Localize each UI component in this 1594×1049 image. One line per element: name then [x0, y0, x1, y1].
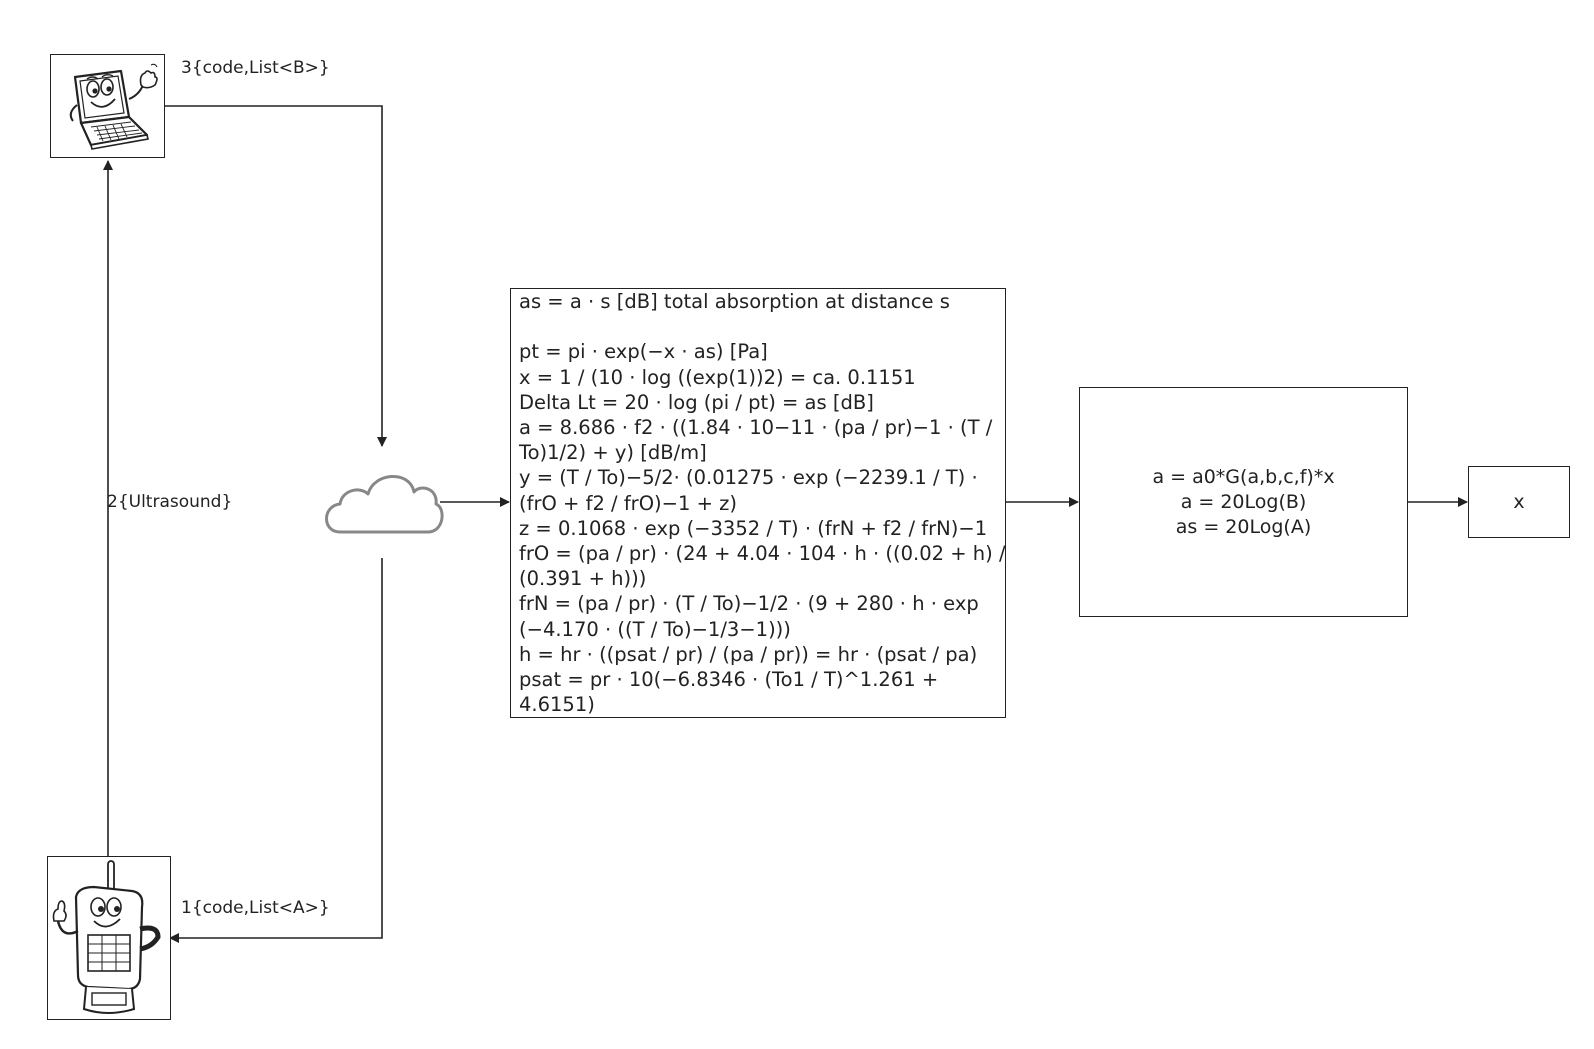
formula-line: (−4.170 · ((T / To)−1/3−1))) [519, 617, 791, 641]
formula-line: frN = (pa / pr) · (T / To)−1/2 · (9 + 28… [519, 592, 979, 616]
calc-line-2: a = 20Log(B) [1180, 490, 1307, 513]
cloud-icon [325, 475, 444, 534]
formula-line: Delta Lt = 20 · log (pi / pt) = as [dB] [519, 390, 874, 414]
phone-character-icon [52, 860, 161, 1014]
formula-line: frO = (pa / pr) · (24 + 4.04 · 104 · h ·… [519, 542, 1006, 566]
formula-line: a = 8.686 · f2 · ((1.84 · 10−11 · (pa / … [519, 416, 993, 439]
formula-line: 4.6151) [519, 693, 595, 717]
output-box: x [1468, 466, 1570, 538]
edge-laptop-to-cloud [165, 105, 387, 447]
laptop-character [50, 54, 165, 158]
formula-line: y = (T / To)−5/2· (0.01275 · exp (−2239.… [519, 466, 978, 490]
formula-line: (frO + f2 / frO)−1 + z) [519, 491, 737, 515]
output-label: x [1513, 491, 1525, 513]
formula-line: x = 1 / (10 · log ((exp(1))2) = ca. 0.11… [519, 365, 916, 389]
calc-box: a = a0*G(a,b,c,f)*x a = 20Log(B) as = 20… [1079, 387, 1408, 617]
formula-line: h = hr · ((psat / pr) / (pa / pr)) = hr … [519, 642, 978, 666]
formula-box: as = a · s [dB] total absorption at dist… [510, 288, 1006, 718]
formula-line: To)1/2) + y) [dB/m] [519, 441, 707, 465]
phone-character [47, 856, 171, 1020]
formula-line [519, 314, 997, 339]
formula-line: z = 0.1068 · exp (−3352 / T) · (frN + f2… [519, 516, 988, 540]
formula-line: (0.391 + h))) [519, 567, 647, 591]
laptop-character-icon [69, 63, 158, 150]
calc-line-1: a = a0*G(a,b,c,f)*x [1152, 465, 1335, 488]
formula-line: pt = pi · exp(−x · as) [Pa] [519, 340, 768, 364]
edge-cloud-to-phone [169, 558, 383, 943]
edge-label-ultrasound: 2{Ultrasound} [107, 492, 233, 512]
calc-line-3: as = 20Log(A) [1175, 515, 1312, 538]
formula-line: as = a · s [dB] total absorption at dist… [519, 290, 950, 313]
formula-line: psat = pr · 10(−6.8346 · (To1 / T)^1.261… [519, 668, 939, 692]
edge-label-phone: 1{code,List<A>} [181, 898, 330, 918]
edge-label-laptop: 3{code,List<B>} [181, 58, 330, 78]
